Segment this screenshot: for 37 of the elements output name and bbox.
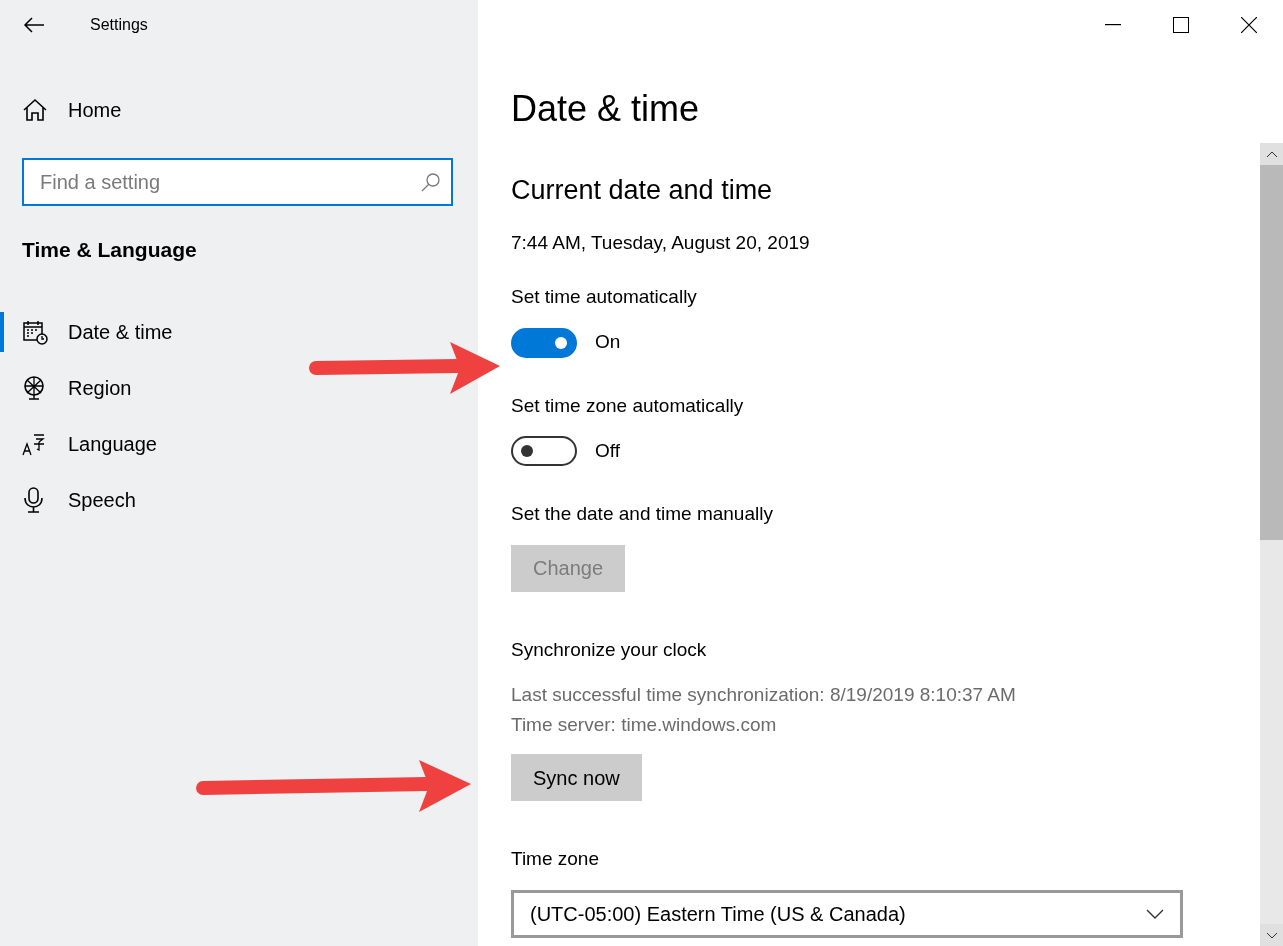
setting-label: Synchronize your clock <box>511 637 708 662</box>
back-arrow-icon <box>23 17 45 33</box>
time-zone-dropdown[interactable]: (UTC-05:00) Eastern Time (US & Canada) <box>511 889 1183 938</box>
chevron-down-icon <box>1146 908 1164 919</box>
chevron-down-icon <box>1265 931 1278 939</box>
sidebar-item[interactable]: Speech <box>0 479 478 520</box>
setting-label: Time zone <box>511 847 600 871</box>
scroll-down-button[interactable] <box>1260 924 1283 946</box>
maximize-icon <box>1173 17 1189 33</box>
page-title: Date & time <box>511 87 701 131</box>
date-time-text: 7:44 AM, Tuesday, August 20, 2019 <box>511 230 811 255</box>
section-heading: Time & Language <box>21 237 198 263</box>
setting-label: Set time automatically <box>511 285 698 309</box>
toggle-state-text: Off <box>595 438 620 463</box>
scroll-up-button[interactable] <box>1260 143 1283 165</box>
setting-label: Set time zone automatically <box>511 393 745 418</box>
info-text: Last successful time synchronization: 8/19/2019 8:10:37 AM <box>511 683 1017 707</box>
window-title: Settings <box>90 15 148 35</box>
scrollbar[interactable] <box>1260 143 1283 946</box>
close-icon <box>1241 17 1257 33</box>
home-nav-item[interactable]: Home <box>0 74 478 146</box>
search-field[interactable]: Find a setting <box>22 158 453 206</box>
section-heading: Current date and time <box>511 174 774 207</box>
toggle-switch[interactable] <box>511 327 577 358</box>
setting-label: Set the date and time manually <box>511 502 774 526</box>
scrollbar-thumb[interactable] <box>1260 165 1283 540</box>
sync-button[interactable]: Sync now <box>511 754 642 801</box>
toggle-state-text: On <box>595 330 621 355</box>
minimize-icon <box>1105 24 1121 26</box>
info-text: Time server: time.windows.com <box>511 713 778 737</box>
home-icon <box>22 98 48 122</box>
sidebar-item[interactable]: Region <box>0 367 478 408</box>
calendar-clock-icon <box>22 318 48 345</box>
search-icon <box>421 172 441 192</box>
toggle-switch[interactable] <box>511 436 577 466</box>
sidebar-item[interactable]: Language <box>0 423 478 464</box>
chevron-up-icon <box>1265 150 1278 158</box>
